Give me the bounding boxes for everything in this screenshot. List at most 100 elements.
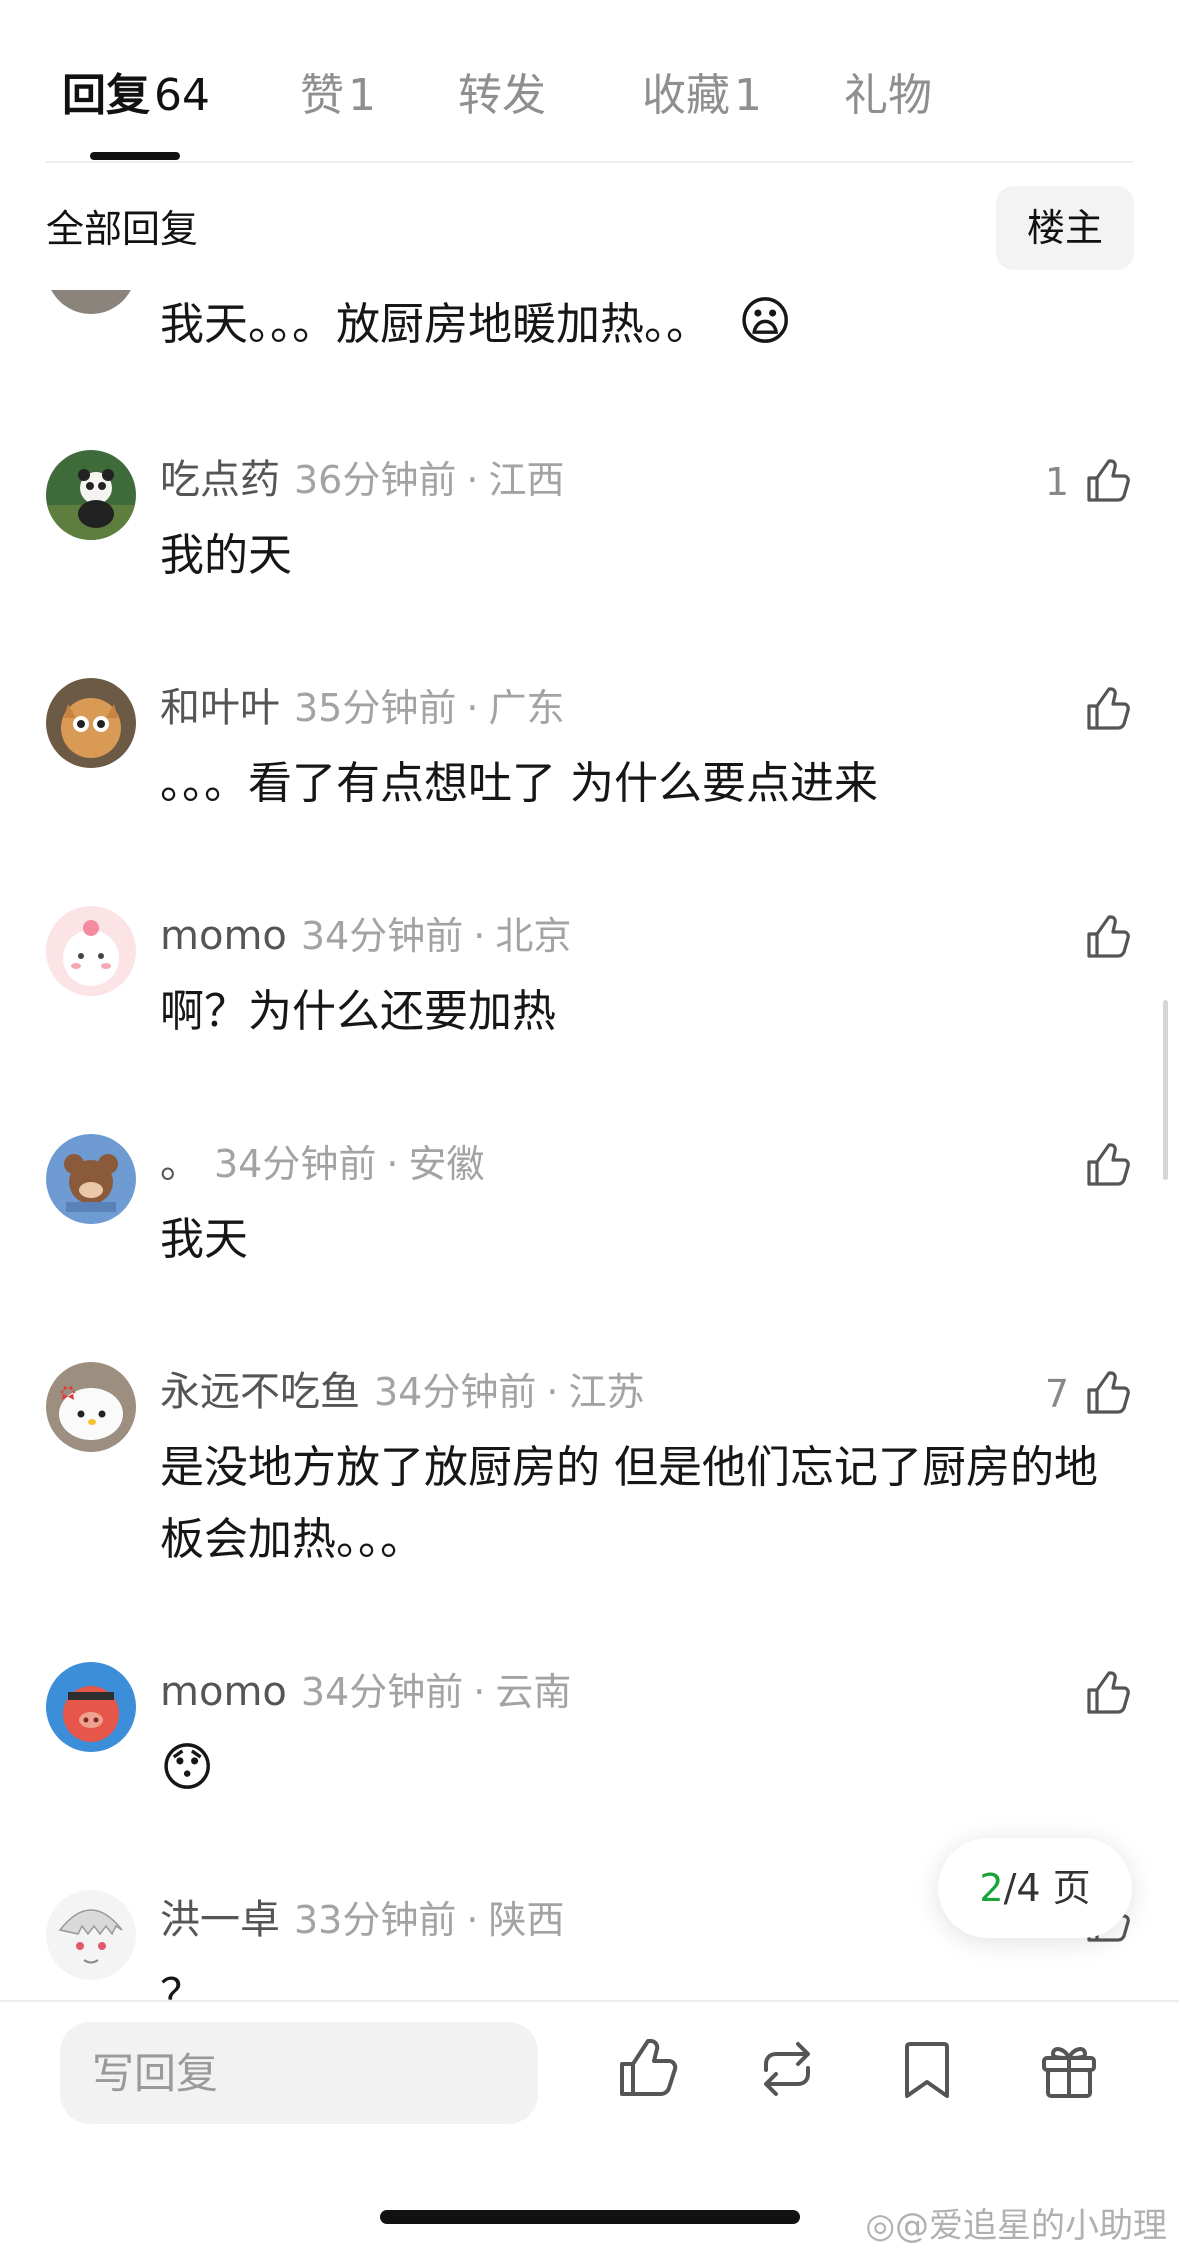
watermark: ◎@爱追星的小助理 [865, 2198, 1167, 2247]
thumbs-up-icon[interactable] [1081, 456, 1133, 508]
avatar[interactable] [46, 1662, 136, 1752]
like-control[interactable]: 7 [1045, 1366, 1133, 1422]
comment-text: 啊？为什么还要加热 [160, 986, 556, 1037]
meta-separator: · [466, 686, 479, 730]
comment-meta: momo 34分钟前 · 北京 [160, 906, 571, 966]
scrollbar[interactable] [1163, 1000, 1168, 1180]
bottom-action-bar: ◎@爱追星的小助理 [0, 2000, 1179, 2250]
timestamp: 33分钟前 [294, 1898, 457, 1942]
tab-gifts[interactable]: 礼物 [844, 66, 932, 126]
page-current: 2 [979, 1866, 1004, 1910]
op-only-button[interactable]: 楼主 [996, 186, 1134, 270]
location: 北京 [495, 914, 572, 958]
timestamp: 34分钟前 [374, 1370, 537, 1414]
timestamp: 34分钟前 [300, 914, 464, 958]
timestamp: 36分钟前 [294, 458, 457, 502]
tab-likes-count: 1 [348, 70, 376, 121]
like-control[interactable] [1081, 682, 1133, 738]
tab-reposts-label: 转发 [458, 70, 546, 121]
thumbs-up-icon[interactable] [1081, 912, 1133, 964]
tab-favorites-count: 1 [734, 70, 762, 121]
avatar[interactable] [46, 906, 136, 996]
like-control[interactable] [1081, 1138, 1133, 1194]
like-count: 1 [1044, 460, 1069, 504]
avatar[interactable] [46, 1362, 136, 1452]
all-replies-filter[interactable]: 全部回复 [46, 204, 198, 254]
like-control[interactable] [1081, 910, 1133, 966]
like-control[interactable]: 1 [1045, 454, 1133, 510]
username[interactable]: 和叶叶 [160, 685, 280, 731]
comment-list: 我天。。。放厨房地暖加热。。 😦 吃点药 36分钟前 · 江西 1 我的天 和叶叶 35… [0, 290, 1179, 2000]
location: 江苏 [568, 1370, 645, 1414]
meta-separator: · [473, 1670, 486, 1714]
thumbs-up-icon[interactable] [1081, 1140, 1133, 1192]
timestamp: 34分钟前 [214, 1142, 377, 1186]
page-indicator[interactable]: 2/4 页 [938, 1838, 1132, 1938]
username[interactable]: 洪一卓 [160, 1897, 280, 1943]
comment-text-content: 我天。。。放厨房地暖加热。。 [160, 299, 710, 350]
comment-text: 我的天 [160, 530, 292, 581]
tab-replies-label: 回复 [62, 70, 150, 121]
thumbs-up-icon[interactable] [612, 2034, 682, 2104]
gift-icon[interactable] [1034, 2034, 1104, 2104]
comment-text: 我天 [160, 1214, 248, 1265]
meta-separator: · [466, 1898, 479, 1942]
comment-text: 是没地方放了放厨房的 但是他们忘记了厨房的地板会加热。。。 [160, 1442, 1098, 1565]
emoji-frowning: 😦 [738, 292, 793, 352]
tab-replies[interactable]: 回复64 [62, 66, 210, 126]
tab-favorites[interactable]: 收藏1 [642, 66, 762, 126]
comment-meta: 吃点药 36分钟前 · 江西 [160, 450, 564, 510]
thumbs-up-icon[interactable] [1081, 1368, 1133, 1420]
divider [46, 161, 1133, 163]
comment-text: ？ [160, 1970, 204, 2000]
tab-likes-label: 赞 [300, 70, 344, 121]
meta-separator: · [466, 458, 479, 502]
location: 江西 [488, 458, 565, 502]
comment-meta: 洪一卓 33分钟前 · 陕西 [160, 1890, 564, 1950]
active-tab-indicator [90, 152, 180, 160]
meta-separator: · [546, 1370, 559, 1414]
timestamp: 34分钟前 [300, 1670, 464, 1714]
username[interactable]: 永远不吃鱼 [160, 1369, 360, 1415]
location: 广东 [488, 686, 565, 730]
comment-text: 我天。。。放厨房地暖加热。。 😦 [160, 290, 1110, 361]
location: 陕西 [488, 1898, 565, 1942]
avatar[interactable] [46, 290, 136, 314]
comment-meta: 和叶叶 35分钟前 · 广东 [160, 678, 564, 738]
meta-separator: · [386, 1142, 399, 1186]
comment-text: 。。。看了有点想吐了 为什么要点进来 [160, 758, 878, 809]
thumbs-up-icon[interactable] [1081, 684, 1133, 736]
tab-bar: 回复64 赞1 转发 收藏1 礼物 [0, 0, 1179, 163]
repost-icon[interactable] [752, 2034, 822, 2104]
weibo-logo-icon: ◎ [865, 2206, 895, 2246]
reply-input[interactable] [60, 2022, 538, 2124]
username[interactable]: momo [160, 913, 287, 959]
emoji-hushed: 😯 [160, 1738, 215, 1798]
divider [0, 2000, 1179, 2002]
location: 云南 [495, 1670, 572, 1714]
avatar[interactable] [46, 1134, 136, 1224]
username[interactable]: 。 [160, 1141, 200, 1187]
comment-text: 😯 [160, 1732, 1110, 1807]
comment-meta: 永远不吃鱼 34分钟前 · 江苏 [160, 1362, 644, 1422]
thumbs-up-icon[interactable] [1081, 1668, 1133, 1720]
like-control[interactable] [1081, 1666, 1133, 1722]
username[interactable]: 吃点药 [160, 457, 280, 503]
location: 安徽 [408, 1142, 485, 1186]
tab-favorites-label: 收藏 [642, 70, 730, 121]
tab-reposts[interactable]: 转发 [458, 66, 546, 126]
avatar[interactable] [46, 450, 136, 540]
meta-separator: · [473, 914, 486, 958]
tab-likes[interactable]: 赞1 [300, 66, 376, 126]
avatar[interactable] [46, 678, 136, 768]
comment-meta: momo 34分钟前 · 云南 [160, 1662, 571, 1722]
like-count: 7 [1044, 1372, 1069, 1416]
page-total: /4 页 [1003, 1866, 1091, 1910]
timestamp: 35分钟前 [294, 686, 457, 730]
username[interactable]: momo [160, 1669, 287, 1715]
comment-meta: 。 34分钟前 · 安徽 [160, 1134, 484, 1194]
home-indicator[interactable] [380, 2210, 800, 2224]
bookmark-icon[interactable] [892, 2034, 962, 2104]
tab-replies-count: 64 [154, 70, 210, 121]
avatar[interactable] [46, 1890, 136, 1980]
